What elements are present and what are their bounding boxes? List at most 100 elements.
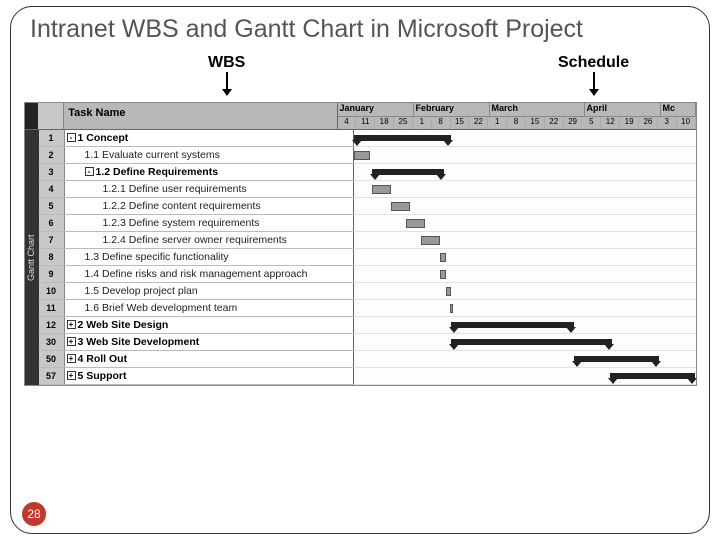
gantt-row [354,368,696,385]
day-header: 8 [507,117,526,129]
task-name-cell: 1.3 Define specific functionality [65,249,354,265]
task-name-text: 3 Web Site Development [78,336,200,348]
month-header: April [585,103,661,116]
task-name-cell: 1.4 Define risks and risk management app… [65,266,354,282]
expand-icon[interactable]: + [67,371,76,380]
page-number-badge: 28 [22,502,46,526]
task-name-cell: 1.2.3 Define system requirements [65,215,354,231]
task-name-cell: 1.1 Evaluate current systems [65,147,354,163]
task-name-text: 1.5 Develop project plan [85,285,198,297]
day-header: 25 [394,117,413,129]
day-header: 15 [526,117,545,129]
task-name-cell: 1.2.4 Define server owner requirements [65,232,354,248]
task-row: 50+4 Roll Out [39,351,354,368]
day-header: 19 [620,117,639,129]
gantt-row [354,181,696,198]
summary-bar [574,356,659,362]
collapse-icon[interactable]: - [85,167,94,176]
day-header: 11 [356,117,375,129]
task-row: 6 1.2.3 Define system requirements [39,215,354,232]
day-header: 10 [677,117,696,129]
task-name-text: 1.2.3 Define system requirements [103,217,260,229]
task-name-cell: 1.2.2 Define content requirements [65,198,354,214]
task-name-cell: 1.6 Brief Web development team [65,300,354,316]
row-number: 2 [39,147,65,163]
row-number: 9 [39,266,65,282]
wbs-label: WBS [208,54,245,72]
expand-icon[interactable]: + [67,320,76,329]
task-name-text: 1.2.1 Define user requirements [103,183,247,195]
task-name-cell: -1.2 Define Requirements [65,164,354,180]
gantt-row [354,147,696,164]
task-row: 1-1 Concept [39,130,354,147]
task-row: 111.6 Brief Web development team [39,300,354,317]
day-header: 22 [469,117,488,129]
task-row: 81.3 Define specific functionality [39,249,354,266]
row-number: 6 [39,215,65,231]
day-header: 22 [545,117,564,129]
expand-icon[interactable]: + [67,354,76,363]
summary-bar [610,373,695,379]
gantt-row [354,266,696,283]
sidebar-strip [25,103,39,129]
gantt-row [354,232,696,249]
gantt-row [354,351,696,368]
gantt-header: Task Name JanuaryFebruaryMarchAprilMc 41… [25,103,696,130]
day-header: 26 [639,117,658,129]
task-bar [421,236,440,245]
gantt-sidebar-label: Gantt Chart [25,130,39,385]
task-bar [354,151,371,160]
task-name-cell: +3 Web Site Development [65,334,354,350]
day-header: 5 [582,117,601,129]
row-num-header [38,103,64,129]
arrow-down-icon [593,72,595,92]
month-header: January [338,103,414,116]
task-bar [406,219,425,228]
gantt-row [354,130,696,147]
msproject-gantt-diagram: Task Name JanuaryFebruaryMarchAprilMc 41… [24,102,697,386]
day-header: 29 [564,117,583,129]
task-row: 57+5 Support [39,368,354,385]
task-name-cell: 1.2.1 Define user requirements [65,181,354,197]
expand-icon[interactable]: + [67,337,76,346]
gantt-row [354,317,696,334]
row-number: 5 [39,198,65,214]
gantt-row [354,164,696,181]
task-name-text: 1.3 Define specific functionality [85,251,229,263]
wbs-label-arrow: WBS [208,54,245,92]
task-name-text: 1 Concept [78,132,129,144]
task-row: 101.5 Develop project plan [39,283,354,300]
gantt-bars-area [354,130,696,385]
task-row: 91.4 Define risks and risk management ap… [39,266,354,283]
task-row: 12+2 Web Site Design [39,317,354,334]
task-row: 5 1.2.2 Define content requirements [39,198,354,215]
task-row: 2 1.1 Evaluate current systems [39,147,354,164]
task-name-text: 1.2.2 Define content requirements [103,200,261,212]
task-name-cell: +2 Web Site Design [65,317,354,333]
task-row: 41.2.1 Define user requirements [39,181,354,198]
task-bar [372,185,391,194]
task-name-text: 1.2.4 Define server owner requirements [103,234,287,246]
gantt-row [354,283,696,300]
row-number: 50 [39,351,65,367]
schedule-label: Schedule [558,54,629,72]
gantt-row [354,300,696,317]
annotation-row: WBS Schedule [18,54,702,102]
slide-title: Intranet WBS and Gantt Chart in Microsof… [18,12,702,52]
task-row: 3-1.2 Define Requirements [39,164,354,181]
day-header: 4 [338,117,357,129]
day-header: 1 [413,117,432,129]
gantt-row [354,215,696,232]
month-header: February [414,103,490,116]
task-name-text: 1.1 Evaluate current systems [85,149,220,161]
day-header: 18 [375,117,394,129]
day-header: 1 [488,117,507,129]
month-header: March [490,103,585,116]
task-name-header: Task Name [64,103,337,129]
collapse-icon[interactable]: - [67,133,76,142]
schedule-label-arrow: Schedule [558,54,629,92]
task-name-text: 4 Roll Out [78,353,128,365]
row-number: 3 [39,164,65,180]
task-name-cell: +5 Support [65,368,354,384]
task-row: 71.2.4 Define server owner requirements [39,232,354,249]
